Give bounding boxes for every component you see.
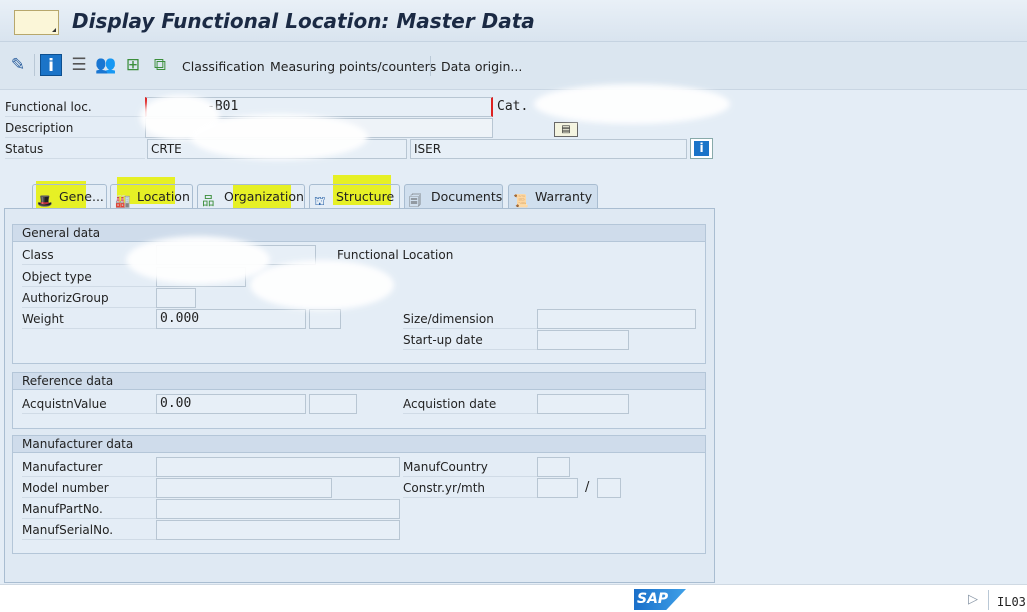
country-field[interactable] bbox=[537, 457, 570, 477]
partners-icon[interactable]: 👥 bbox=[95, 54, 117, 76]
tab-warranty[interactable]: 📜 Warranty bbox=[508, 184, 598, 209]
cat-label: Cat. bbox=[497, 99, 529, 114]
acq-date-field[interactable] bbox=[537, 394, 629, 414]
factory-icon: 🏭 bbox=[115, 192, 131, 208]
scroll-icon: 📜 bbox=[513, 192, 529, 208]
size-label: Size/dimension bbox=[403, 309, 537, 329]
functional-loc-label: Functional loc. bbox=[5, 97, 145, 117]
serial-field[interactable] bbox=[156, 520, 400, 540]
measuring-points-button[interactable]: Measuring points/counters bbox=[270, 59, 436, 74]
tab-organization[interactable]: 品 Organization bbox=[197, 184, 305, 209]
description-label: Description bbox=[5, 118, 145, 138]
info-icon: i bbox=[694, 141, 709, 156]
hierarchy-icon[interactable]: ⊞ bbox=[122, 54, 144, 76]
constr-year-field[interactable] bbox=[537, 478, 578, 498]
tab-location[interactable]: 🏭 Location bbox=[110, 184, 193, 209]
status-bar bbox=[0, 584, 1027, 612]
slash-separator: / bbox=[585, 480, 590, 495]
group-title: Manufacturer data bbox=[13, 436, 705, 453]
manufacturer-field[interactable] bbox=[156, 457, 400, 477]
currency-field[interactable] bbox=[309, 394, 357, 414]
user-status-field: ISER bbox=[410, 139, 687, 159]
acq-value-field[interactable]: 0.00 bbox=[156, 394, 306, 414]
tab-structure[interactable]: ⛫ Structure bbox=[309, 184, 400, 209]
text-icon[interactable]: ☰ bbox=[68, 54, 90, 76]
model-label: Model number bbox=[22, 478, 156, 498]
structure-icon: ⛫ bbox=[314, 192, 326, 208]
authgroup-field[interactable] bbox=[156, 288, 196, 308]
manufacturer-label: Manufacturer bbox=[22, 457, 156, 477]
display-change-icon[interactable]: ✎ bbox=[7, 54, 29, 76]
long-text-icon[interactable]: ▤ bbox=[554, 122, 578, 137]
classification-button[interactable]: Classification bbox=[182, 59, 265, 74]
weight-field[interactable]: 0.000 bbox=[156, 309, 306, 329]
acq-date-label: Acquistion date bbox=[403, 394, 537, 414]
expand-status-icon[interactable]: ▷ bbox=[968, 592, 978, 607]
documents-icon: 🗐 bbox=[409, 192, 422, 208]
structure-icon[interactable]: ⧉ bbox=[149, 54, 171, 76]
transaction-code: IL03 bbox=[997, 595, 1026, 609]
country-label: ManufCountry bbox=[403, 457, 537, 477]
status-label: Status bbox=[5, 139, 145, 159]
weight-label: Weight bbox=[22, 309, 156, 329]
startup-label: Start-up date bbox=[403, 330, 537, 350]
class-description: Functional Location bbox=[337, 248, 454, 262]
partno-field[interactable] bbox=[156, 499, 400, 519]
serial-label: ManufSerialNo. bbox=[22, 520, 156, 540]
weight-unit-field[interactable] bbox=[309, 309, 341, 329]
data-origin-button[interactable]: Data origin... bbox=[441, 59, 522, 74]
authgroup-label: AuthorizGroup bbox=[22, 288, 156, 308]
constr-label: Constr.yr/mth bbox=[403, 478, 537, 498]
model-field[interactable] bbox=[156, 478, 332, 498]
size-field[interactable] bbox=[537, 309, 696, 329]
info-icon[interactable]: i bbox=[40, 54, 62, 76]
partno-label: ManufPartNo. bbox=[22, 499, 156, 519]
tab-general[interactable]: 🎩 Gene... bbox=[32, 184, 107, 209]
tab-documents[interactable]: 🗐 Documents bbox=[404, 184, 503, 209]
page-title: Display Functional Location: Master Data bbox=[72, 9, 535, 33]
org-chart-icon: 品 bbox=[202, 192, 215, 208]
status-info-button[interactable]: i bbox=[690, 138, 713, 159]
group-title: General data bbox=[13, 225, 705, 242]
hat-icon: 🎩 bbox=[37, 192, 53, 208]
command-field[interactable] bbox=[14, 10, 59, 35]
group-title: Reference data bbox=[13, 373, 705, 390]
constr-month-field[interactable] bbox=[597, 478, 621, 498]
acq-value-label: AcquistnValue bbox=[22, 394, 156, 414]
startup-date-field[interactable] bbox=[537, 330, 629, 350]
